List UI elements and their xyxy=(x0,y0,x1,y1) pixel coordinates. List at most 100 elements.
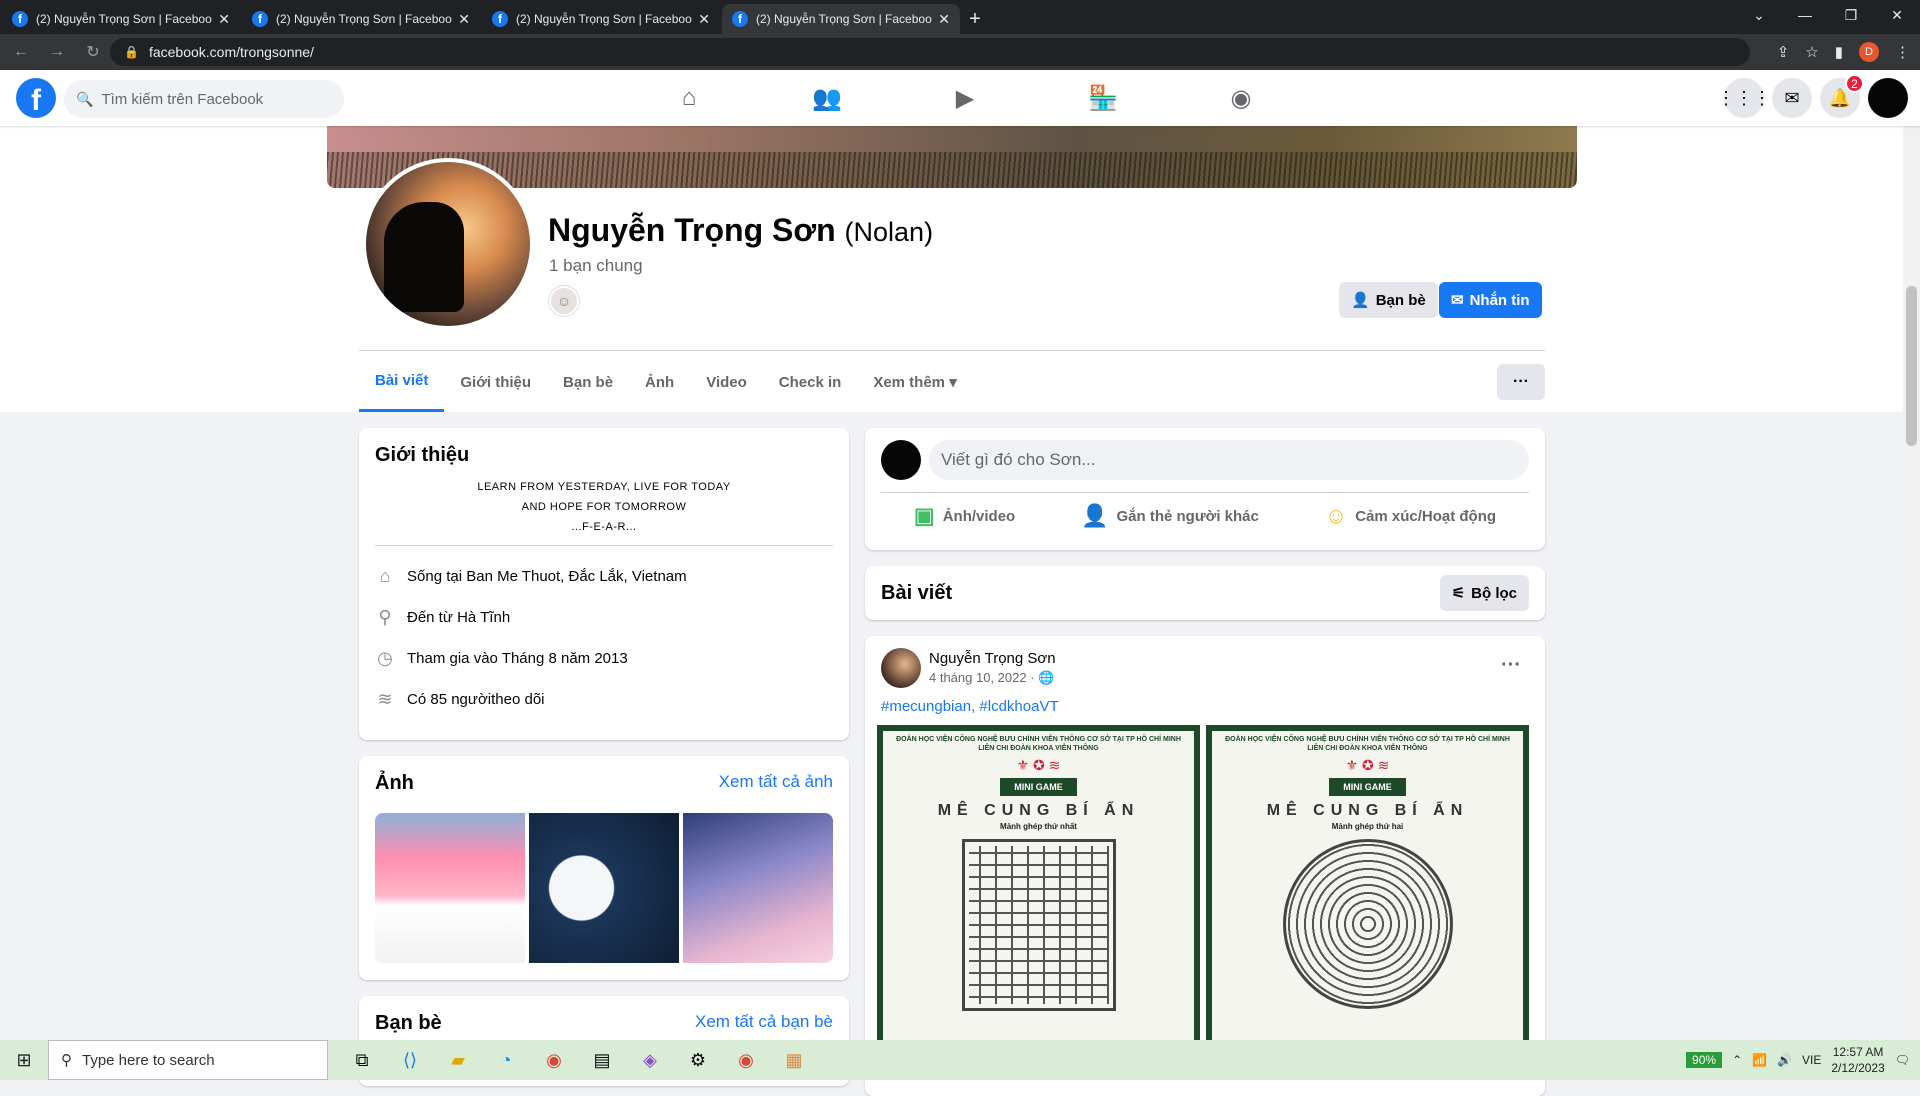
marketplace-icon[interactable]: 🏪 xyxy=(1034,70,1172,126)
share-icon[interactable]: ⇪ xyxy=(1777,43,1790,61)
message-button-label: Nhắn tin xyxy=(1469,291,1530,309)
from-location[interactable]: Hà Tĩnh xyxy=(457,609,510,626)
page-scrollbar[interactable] xyxy=(1903,126,1920,1040)
bookmark-star-icon[interactable]: ☆ xyxy=(1805,43,1818,61)
tab-videos[interactable]: Video xyxy=(690,352,763,412)
browser-tab[interactable]: f (2) Nguyễn Trọng Sơn | Facebook ✕ xyxy=(242,4,480,34)
post-author[interactable]: Nguyễn Trọng Sơn xyxy=(929,650,1056,667)
facebook-logo[interactable]: f xyxy=(16,78,56,118)
account-avatar[interactable] xyxy=(1868,78,1908,118)
composer-input[interactable]: Viết gì đó cho Sơn... xyxy=(929,440,1529,480)
post-options-icon[interactable]: ··· xyxy=(1501,654,1521,677)
tag-people-button[interactable]: 👤 Gắn thẻ người khác xyxy=(1081,503,1259,529)
avatar[interactable] xyxy=(881,440,921,480)
groups-icon[interactable]: ◉ xyxy=(1172,70,1310,126)
maze-title: MÊ CUNG BÍ ẨN xyxy=(937,802,1140,819)
tab-search-icon[interactable]: ⌄ xyxy=(1736,0,1782,30)
chrome-icon[interactable]: ◉ xyxy=(530,1040,578,1080)
close-window-icon[interactable]: ✕ xyxy=(1874,0,1920,30)
lock-icon[interactable]: 🔒 xyxy=(124,45,139,59)
see-all-photos-link[interactable]: Xem tất cả ảnh xyxy=(719,772,833,792)
close-tab-icon[interactable]: ✕ xyxy=(938,11,950,28)
profile-name: Nguyễn Trọng Sơn (Nolan) xyxy=(548,212,933,249)
mutual-friend-avatar[interactable]: ☺ xyxy=(549,286,579,316)
task-view-icon[interactable]: ⧉ xyxy=(338,1040,386,1080)
close-tab-icon[interactable]: ✕ xyxy=(698,11,710,28)
profile-alt-name: (Nolan) xyxy=(844,217,934,247)
notifications-icon[interactable]: 🔔 2 xyxy=(1820,74,1864,118)
home-icon: ⌂ xyxy=(379,566,391,586)
show-hidden-icon[interactable]: ⌃ xyxy=(1732,1053,1742,1067)
followers-prefix: Có xyxy=(407,691,427,708)
post-date[interactable]: 4 tháng 10, 2022 · 🌐 xyxy=(929,670,1056,686)
forward-icon[interactable]: → xyxy=(42,37,72,67)
message-button[interactable]: ✉ Nhắn tin xyxy=(1439,282,1542,318)
tab-checkins[interactable]: Check in xyxy=(763,352,858,412)
chrome-active-icon[interactable]: ◉ xyxy=(722,1040,770,1080)
visual-studio-icon[interactable]: ◈ xyxy=(626,1040,674,1080)
photo-thumbnail[interactable] xyxy=(529,813,679,963)
notification-center-icon[interactable]: 🗨 xyxy=(1895,1053,1910,1067)
followers-count[interactable]: 85 người xyxy=(430,691,491,708)
home-icon[interactable]: ⌂ xyxy=(620,70,758,126)
post-image[interactable]: ĐOÀN HỌC VIỆN CÔNG NGHỆ BƯU CHÍNH VIỄN T… xyxy=(877,725,1200,1055)
restore-icon[interactable]: ❐ xyxy=(1828,0,1874,30)
new-tab-icon[interactable]: + xyxy=(960,4,990,34)
post-image[interactable]: ĐOÀN HỌC VIỆN CÔNG NGHỆ BƯU CHÍNH VIỄN T… xyxy=(1206,725,1529,1055)
taskbar-search[interactable]: ⚲ Type here to search xyxy=(48,1040,328,1080)
paint-app-icon[interactable]: ▦ xyxy=(770,1040,818,1080)
browser-menu-icon[interactable]: ⋮ xyxy=(1895,43,1910,61)
photo-thumbnail[interactable] xyxy=(375,813,525,963)
search-input[interactable]: 🔍 Tìm kiếm trên Facebook xyxy=(64,80,344,118)
file-explorer-icon[interactable]: ▰ xyxy=(434,1040,482,1080)
cover-photo[interactable] xyxy=(327,126,1577,188)
address-bar[interactable]: 🔒 facebook.com/trongsonne/ xyxy=(110,38,1750,66)
side-panel-icon[interactable]: ▮ xyxy=(1835,43,1843,61)
tab-about[interactable]: Giới thiệu xyxy=(444,352,547,412)
volume-icon[interactable]: 🔊 xyxy=(1777,1053,1792,1067)
windows-start-icon[interactable]: ⊞ xyxy=(0,1040,48,1080)
profile-more-button[interactable]: ··· xyxy=(1497,364,1545,400)
sticky-app-icon[interactable]: ▤ xyxy=(578,1040,626,1080)
language-indicator[interactable]: VIE xyxy=(1802,1053,1821,1067)
close-tab-icon[interactable]: ✕ xyxy=(458,11,470,28)
browser-tab-active[interactable]: f (2) Nguyễn Trọng Sơn | Facebook ✕ xyxy=(722,4,960,34)
close-tab-icon[interactable]: ✕ xyxy=(218,11,230,28)
browser-profile-avatar[interactable]: D xyxy=(1859,42,1879,62)
settings-icon[interactable]: ⚙ xyxy=(674,1040,722,1080)
watch-icon[interactable]: ▶ xyxy=(896,70,1034,126)
clock[interactable]: 12:57 AM 2/12/2023 xyxy=(1831,1044,1884,1076)
friends-icon[interactable]: 👥 xyxy=(758,70,896,126)
reload-icon[interactable]: ↻ xyxy=(78,37,108,67)
photo-video-button[interactable]: ▣ Ảnh/video xyxy=(914,503,1015,529)
maze-title: MÊ CUNG BÍ ẨN xyxy=(1266,802,1469,819)
network-icon[interactable]: 📶 xyxy=(1752,1053,1767,1067)
feeling-button[interactable]: ☺ Cảm xúc/Hoạt động xyxy=(1325,503,1496,529)
lives-location[interactable]: Ban Me Thuot, Đắc Lắk, Vietnam xyxy=(466,568,686,585)
profile-picture[interactable] xyxy=(362,158,534,330)
menu-grid-icon[interactable]: ⋮⋮⋮ xyxy=(1717,78,1771,118)
scrollbar-thumb[interactable] xyxy=(1906,286,1917,446)
post-author-avatar[interactable] xyxy=(881,648,921,688)
filter-icon: ⚟ xyxy=(1451,585,1466,602)
friends-button[interactable]: 👤 Bạn bè xyxy=(1339,282,1438,318)
tab-photos[interactable]: Ảnh xyxy=(629,352,690,412)
post-hashtags[interactable]: #mecungbian, #lcdkhoaVT xyxy=(881,698,1529,715)
battery-level[interactable]: 90% xyxy=(1686,1052,1723,1068)
tab-more[interactable]: Xem thêm ▾ xyxy=(857,352,972,412)
browser-tab[interactable]: f (2) Nguyễn Trọng Sơn | Facebook ✕ xyxy=(482,4,720,34)
vscode-icon[interactable]: ⟨⟩ xyxy=(386,1040,434,1080)
see-all-friends-link[interactable]: Xem tất cả bạn bè xyxy=(695,1012,833,1032)
filter-button[interactable]: ⚟ Bộ lọc xyxy=(1439,575,1529,611)
photo-thumbnail[interactable] xyxy=(683,813,833,963)
back-icon[interactable]: ← xyxy=(6,37,36,67)
tab-posts[interactable]: Bài viết xyxy=(359,352,445,412)
tab-friends[interactable]: Bạn bè xyxy=(547,352,629,412)
edge-icon[interactable]: ◔ xyxy=(482,1040,530,1080)
messenger-icon[interactable]: ✉ xyxy=(1772,78,1812,118)
search-icon: 🔍 xyxy=(76,90,94,107)
browser-tab[interactable]: f (2) Nguyễn Trọng Sơn | Facebook ✕ xyxy=(2,4,240,34)
caret-down-icon: ▾ xyxy=(949,374,957,391)
minimize-icon[interactable]: — xyxy=(1782,0,1828,30)
mutual-friends[interactable]: 1 bạn chung xyxy=(549,256,643,276)
